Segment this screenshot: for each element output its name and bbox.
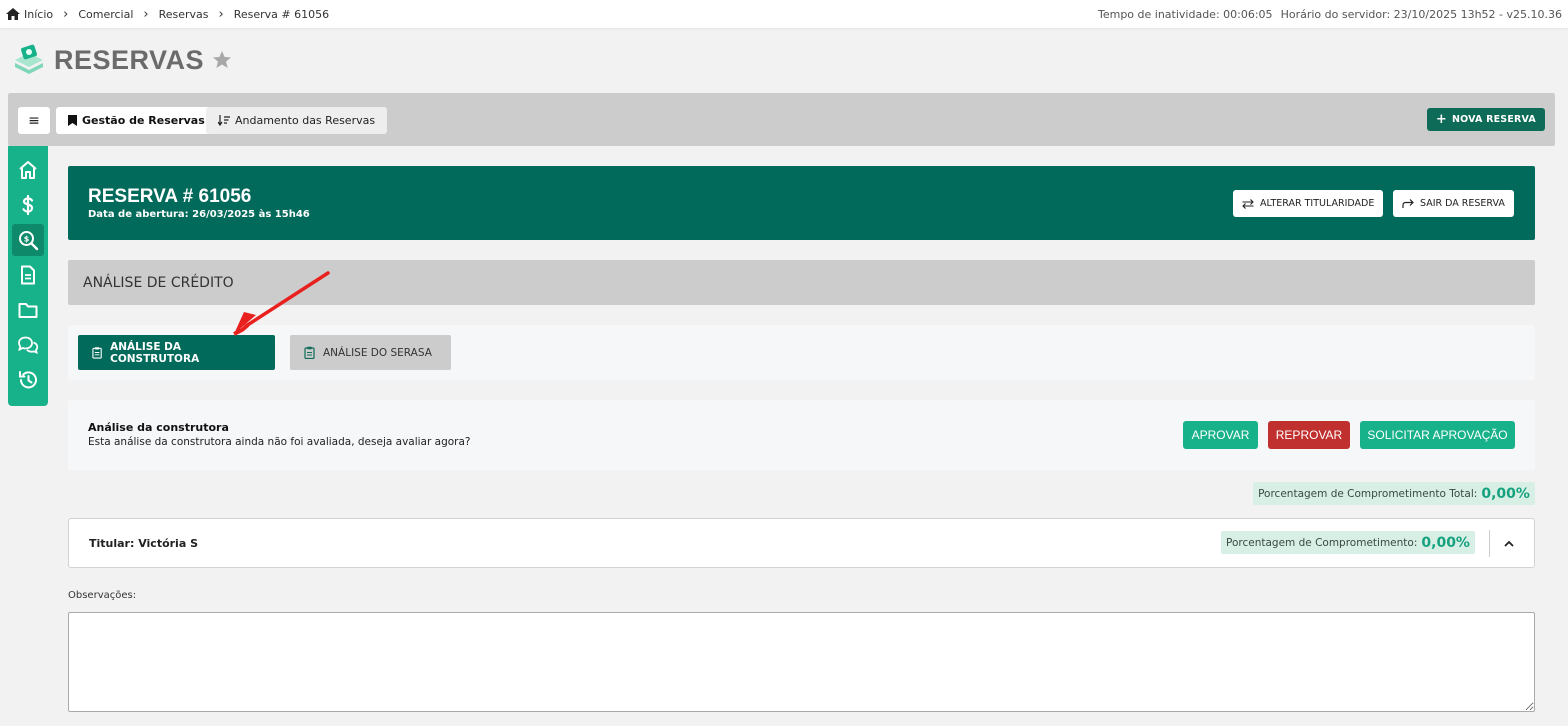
inactivity-timer: Tempo de inatividade: 00:06:05 — [1097, 7, 1273, 21]
collapse-toggle-button[interactable] — [1499, 532, 1519, 554]
titular-commitment-badge: Porcentagem de Comprometimento: 0,00% — [1221, 531, 1475, 554]
observations-textarea[interactable] — [68, 612, 1535, 712]
toolbar: ≡ Gestão de Reservas Andamento das Reser… — [8, 93, 1555, 146]
sidebar-item-analise-credito[interactable]: $ — [12, 224, 44, 256]
swap-icon — [1242, 198, 1254, 209]
divider — [1489, 530, 1490, 557]
titular-name: Titular: Victória S — [89, 537, 199, 550]
breadcrumb: Início › Comercial › Reservas › Reserva … — [6, 7, 329, 22]
alterar-titularidade-button[interactable]: ALTERAR TITULARIDADE — [1233, 190, 1384, 217]
reprovar-button[interactable]: REPROVAR — [1268, 421, 1350, 449]
observations-label: Observações: — [68, 590, 137, 601]
home-icon — [6, 8, 20, 20]
analysis-tabs-panel: ANÁLISE DA CONSTRUTORA ANÁLISE DO SERASA — [68, 325, 1535, 380]
menu-toggle-button[interactable]: ≡ — [18, 107, 50, 134]
breadcrumb-home[interactable]: Início — [6, 8, 53, 21]
sidebar-item-financeiro[interactable] — [12, 189, 44, 221]
reserva-banner: RESERVA # 61056 Data de abertura: 26/03/… — [68, 166, 1535, 240]
svg-text:$: $ — [24, 235, 30, 244]
evaluation-message: Esta análise da construtora ainda não fo… — [88, 436, 471, 448]
titular-commitment-label: Porcentagem de Comprometimento: — [1226, 536, 1418, 549]
reserva-opened-date: Data de abertura: 26/03/2025 às 15h46 — [88, 209, 310, 220]
tab-gestao-reservas[interactable]: Gestão de Reservas — [56, 107, 217, 134]
sidebar-item-mensagens[interactable] — [12, 329, 44, 361]
tab-analise-serasa[interactable]: ANÁLISE DO SERASA — [290, 335, 451, 370]
tab-label: Andamento das Reservas — [235, 114, 376, 127]
titular-commitment-value: 0,00% — [1421, 534, 1470, 551]
server-info: Tempo de inatividade: 00:06:05 Horário d… — [1098, 8, 1562, 21]
evaluation-title: Análise da construtora — [88, 421, 229, 434]
document-icon — [21, 265, 35, 285]
tab-label: ANÁLISE DO SERASA — [323, 346, 432, 359]
reservas-logo-icon — [15, 44, 43, 74]
button-label: NOVA RESERVA — [1451, 114, 1536, 125]
side-nav: $ — [8, 146, 48, 406]
breadcrumb-current: Reserva # 61056 — [233, 7, 330, 21]
folder-icon — [18, 303, 38, 318]
section-header: ANÁLISE DE CRÉDITO — [68, 260, 1535, 305]
history-icon — [19, 371, 37, 389]
chevron-right-icon: › — [218, 6, 224, 22]
top-bar: Início › Comercial › Reservas › Reserva … — [0, 0, 1568, 28]
chevron-up-icon — [1504, 540, 1514, 547]
chevron-right-icon: › — [63, 6, 69, 22]
breadcrumb-reservas[interactable]: Reservas — [159, 8, 209, 21]
total-commitment-label: Porcentagem de Comprometimento Total: — [1258, 487, 1478, 500]
star-icon[interactable] — [212, 50, 232, 70]
page-header: RESERVAS — [12, 40, 232, 80]
titular-card: Titular: Victória S Porcentagem de Compr… — [68, 518, 1535, 568]
sort-icon — [218, 115, 230, 126]
home-icon — [19, 161, 37, 179]
sair-reserva-button[interactable]: SAIR DA RESERVA — [1393, 190, 1514, 217]
reserva-title: RESERVA # 61056 — [88, 186, 252, 207]
share-arrow-icon — [1402, 198, 1414, 208]
sidebar-item-documentos[interactable] — [12, 259, 44, 291]
page-title: RESERVAS — [54, 44, 205, 75]
tab-andamento-reservas[interactable]: Andamento das Reservas — [206, 107, 388, 134]
sidebar-item-arquivos[interactable] — [12, 294, 44, 326]
search-money-icon: $ — [19, 231, 39, 251]
plus-icon: + — [1435, 112, 1447, 127]
server-time: Horário do servidor: 23/10/2025 13h52 - … — [1280, 7, 1562, 21]
evaluation-panel: Análise da construtora Esta análise da c… — [68, 400, 1535, 470]
total-commitment-badge: Porcentagem de Comprometimento Total: 0,… — [1253, 482, 1535, 505]
tab-analise-construtora[interactable]: ANÁLISE DA CONSTRUTORA — [78, 335, 275, 370]
nova-reserva-button[interactable]: + NOVA RESERVA — [1426, 108, 1545, 131]
clipboard-icon — [304, 346, 315, 359]
total-commitment-value: 0,00% — [1481, 485, 1530, 502]
button-label: ALTERAR TITULARIDADE — [1260, 198, 1375, 209]
breadcrumb-label: Início — [24, 7, 54, 21]
tab-label: ANÁLISE DA CONSTRUTORA — [110, 340, 200, 365]
breadcrumb-comercial[interactable]: Comercial — [78, 8, 133, 21]
aprovar-button[interactable]: APROVAR — [1183, 421, 1258, 449]
chat-icon — [18, 336, 39, 355]
sidebar-item-historico[interactable] — [12, 364, 44, 396]
hamburger-icon: ≡ — [28, 112, 40, 129]
tab-label: Gestão de Reservas — [82, 114, 205, 127]
dollar-icon — [22, 194, 34, 216]
button-label: SAIR DA RESERVA — [1420, 198, 1505, 209]
chevron-right-icon: › — [143, 6, 149, 22]
bookmark-icon — [68, 115, 77, 126]
solicitar-aprovacao-button[interactable]: SOLICITAR APROVAÇÃO — [1360, 421, 1515, 449]
sidebar-item-home[interactable] — [12, 154, 44, 186]
clipboard-icon — [92, 347, 102, 359]
